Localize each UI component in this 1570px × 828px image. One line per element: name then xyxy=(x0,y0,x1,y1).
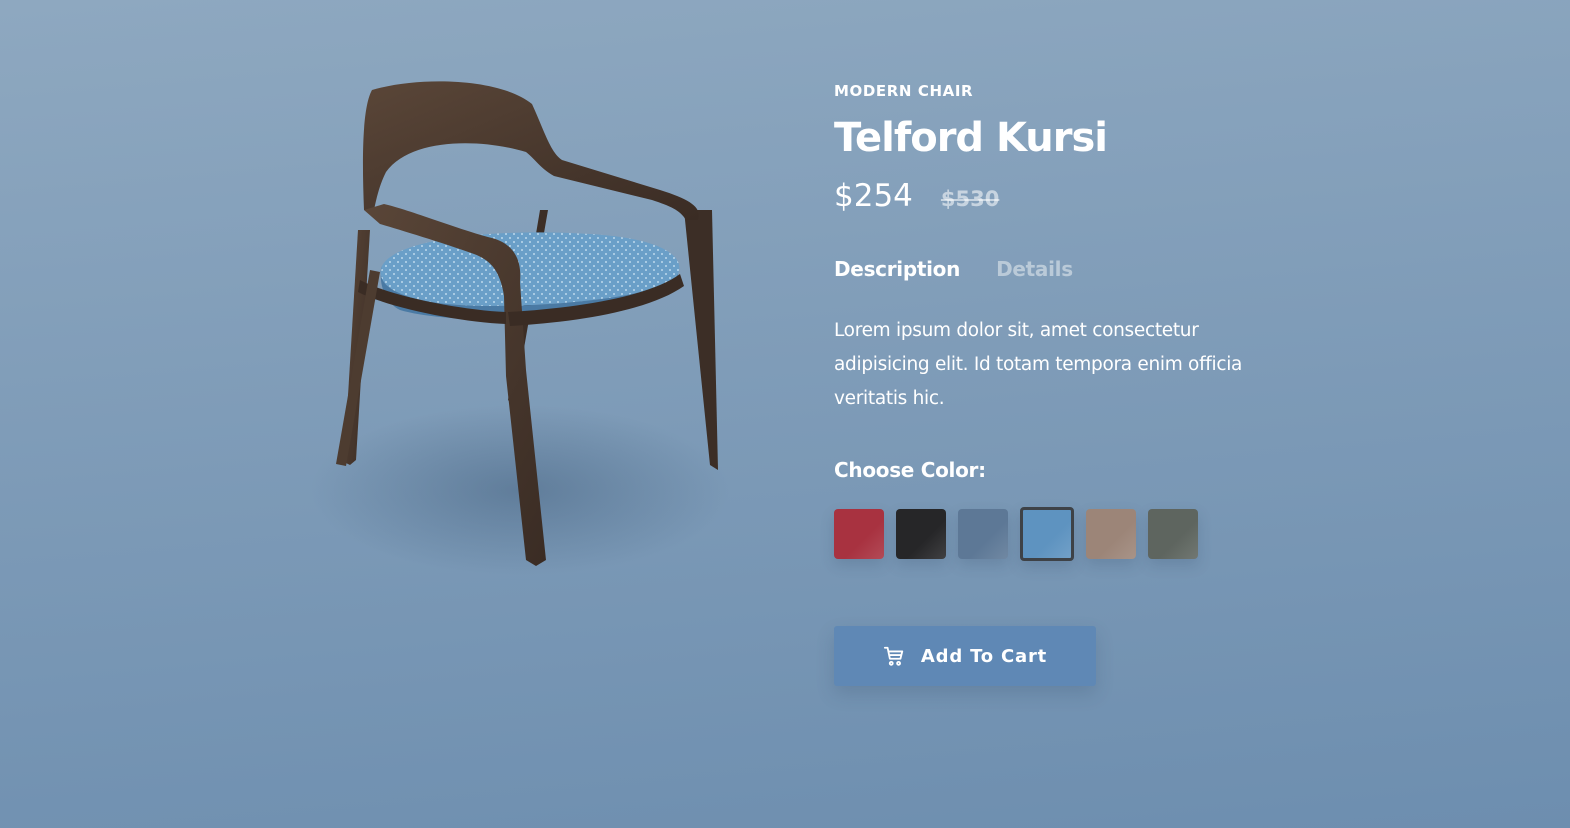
product-info: MODERN CHAIR Telford Kursi $254 $530 Des… xyxy=(834,80,1294,686)
swatch-black[interactable] xyxy=(896,509,946,559)
choose-color-label: Choose Color: xyxy=(834,458,986,482)
current-price: $254 xyxy=(834,178,913,214)
add-to-cart-button[interactable]: Add To Cart xyxy=(834,626,1096,686)
swatch-light-blue[interactable] xyxy=(1020,507,1074,561)
add-to-cart-label: Add To Cart xyxy=(920,645,1048,667)
price-row: $254 $530 xyxy=(834,178,1294,222)
tab-details[interactable]: Details xyxy=(996,257,1073,281)
product-image xyxy=(300,60,760,600)
chair-illustration xyxy=(310,81,730,575)
product-page: MODERN CHAIR Telford Kursi $254 $530 Des… xyxy=(0,0,1570,828)
product-description: Lorem ipsum dolor sit, amet consectetur … xyxy=(834,320,1243,409)
swatch-denim[interactable] xyxy=(958,509,1008,559)
product-title: Telford Kursi xyxy=(834,115,1108,161)
product-category: MODERN CHAIR xyxy=(834,82,974,100)
swatch-taupe[interactable] xyxy=(1086,509,1136,559)
color-swatches xyxy=(834,506,1294,562)
tab-description[interactable]: Description xyxy=(834,257,960,281)
swatch-red[interactable] xyxy=(834,509,884,559)
swatch-olive-gray[interactable] xyxy=(1148,509,1198,559)
original-price: $530 xyxy=(940,187,1000,211)
cart-icon xyxy=(883,645,905,667)
product-tabs: Description Details xyxy=(834,252,1294,286)
